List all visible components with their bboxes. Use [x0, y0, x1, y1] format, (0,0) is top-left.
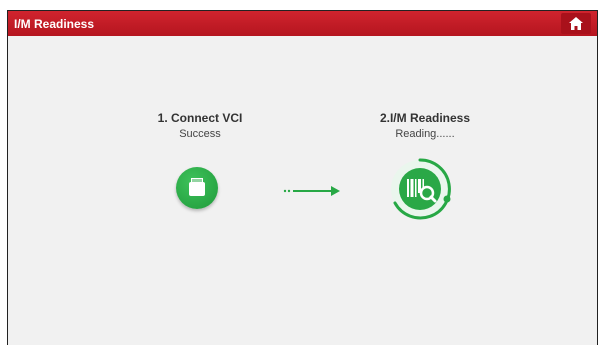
step-connect-vci: 1. Connect VCI Success	[120, 111, 280, 140]
home-button[interactable]	[561, 13, 591, 34]
home-icon	[569, 17, 583, 30]
title-bar: I/M Readiness	[8, 11, 597, 36]
vci-connector-icon	[176, 167, 218, 209]
step-status: Reading......	[395, 128, 455, 140]
readiness-scan-icon	[391, 158, 451, 220]
app-window: I/M Readiness 1. Connect VCI Success 2.I…	[7, 10, 598, 345]
step-title: 1. Connect VCI	[157, 111, 243, 125]
arrow-right-icon	[283, 186, 340, 196]
step-title: 2.I/M Readiness	[379, 111, 471, 125]
step-status: Success	[179, 128, 221, 140]
page-title: I/M Readiness	[14, 17, 95, 31]
step-im-readiness: 2.I/M Readiness Reading......	[345, 111, 505, 140]
